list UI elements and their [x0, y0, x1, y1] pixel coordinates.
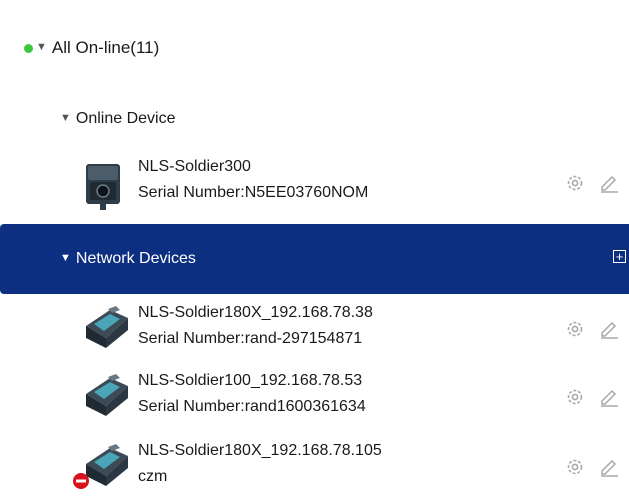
error-badge-icon	[73, 473, 89, 489]
group-network-devices-selected[interactable]: ▼ Network Devices +	[0, 224, 629, 294]
group-online-device[interactable]: ▼ Online Device	[60, 106, 176, 132]
edit-icon[interactable]	[598, 456, 620, 478]
gear-icon[interactable]	[564, 172, 586, 194]
tree-root-label: All On-line(11)	[51, 38, 160, 57]
device-item[interactable]: NLS-Soldier180X_192.168.78.105 czm	[73, 442, 629, 500]
add-device-button[interactable]: +	[613, 250, 626, 263]
group-label: Network Devices	[75, 250, 196, 267]
edit-icon[interactable]	[598, 318, 620, 340]
gear-icon[interactable]	[564, 456, 586, 478]
tree-root[interactable]: ▼ All On-line(11)	[24, 34, 159, 62]
device-serial: Serial Number:rand1600361634	[138, 398, 366, 415]
device-serial: Serial Number:N5EE03760NOM	[138, 184, 369, 201]
device-item[interactable]: NLS-Soldier180X_192.168.78.38 Serial Num…	[76, 304, 629, 362]
device-serial: Serial Number:rand-297154871	[138, 330, 363, 347]
caret-down-icon[interactable]: ▼	[60, 112, 71, 124]
group-label: Online Device	[75, 110, 176, 127]
device-name: NLS-Soldier180X_192.168.78.105	[138, 442, 382, 459]
caret-down-icon[interactable]: ▼	[60, 252, 71, 264]
gear-icon[interactable]	[564, 318, 586, 340]
online-status-dot	[24, 43, 33, 53]
device-name: NLS-Soldier180X_192.168.78.38	[138, 304, 373, 321]
device-name: NLS-Soldier100_192.168.78.53	[138, 372, 363, 389]
device-name: NLS-Soldier300	[138, 158, 251, 175]
network-scanner-icon	[86, 306, 128, 348]
gear-icon[interactable]	[564, 386, 586, 408]
group-network-devices[interactable]: ▼ Network Devices	[60, 246, 196, 272]
device-item[interactable]: NLS-Soldier100_192.168.78.53 Serial Numb…	[76, 372, 629, 430]
caret-down-icon[interactable]: ▼	[36, 41, 47, 53]
network-scanner-icon	[86, 374, 128, 416]
edit-icon[interactable]	[598, 172, 620, 194]
device-serial: czm	[138, 468, 168, 485]
edit-icon[interactable]	[598, 386, 620, 408]
fixed-scanner-icon	[86, 164, 120, 210]
device-item[interactable]: NLS-Soldier300 Serial Number:N5EE03760NO…	[76, 158, 629, 216]
